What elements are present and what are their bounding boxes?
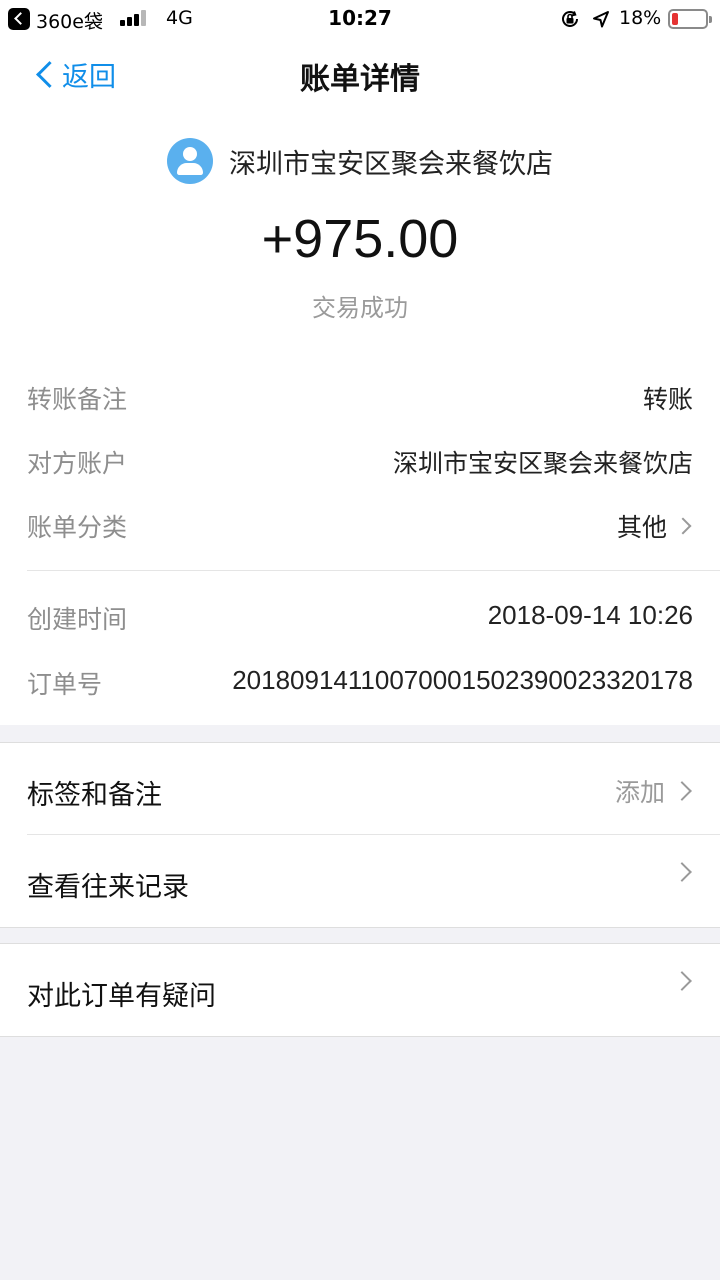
detail-row-order-number: 订单号 20180914110070001502390023320178 — [0, 655, 720, 705]
detail-row-created-time: 创建时间 2018-09-14 10:26 — [0, 590, 720, 640]
transaction-amount: +975.00 — [261, 209, 459, 269]
rotation-lock-icon — [562, 11, 578, 27]
page-title: 账单详情 — [300, 62, 420, 97]
battery-icon — [668, 9, 712, 29]
detail-value: 深圳市宝安区聚会来餐饮店 — [393, 444, 693, 480]
clock: 10:27 — [328, 6, 392, 30]
order-question-row[interactable]: 对此订单有疑问 — [0, 944, 720, 1036]
category-value: 其他 — [616, 513, 667, 542]
detail-label: 转账备注 — [27, 385, 128, 414]
merchant-header: 深圳市宝安区聚会来餐饮店 — [0, 138, 720, 184]
detail-label: 账单分类 — [27, 513, 128, 542]
chevron-right-icon — [674, 517, 692, 535]
order-number-value: 20180914110070001502390023320178 — [232, 665, 693, 695]
status-bar: 360e袋 4G 10:27 18% — [0, 0, 720, 40]
view-history-label: 查看往来记录 — [27, 872, 189, 903]
detail-value: 转账 — [643, 380, 693, 416]
section-divider — [27, 570, 720, 571]
detail-row-counterparty: 对方账户 深圳市宝安区聚会来餐饮店 — [0, 434, 720, 484]
order-question-arrow — [665, 971, 693, 991]
chevron-right-icon — [672, 862, 692, 882]
detail-value: 20180914110070001502390023320178 — [232, 665, 693, 696]
tags-and-notes-row[interactable]: 标签和备注 添加 — [0, 743, 720, 835]
detail-label: 创建时间 — [27, 605, 128, 634]
view-history-row[interactable]: 查看往来记录 — [0, 835, 720, 927]
user-avatar-icon — [167, 138, 213, 184]
add-tag-link[interactable]: 添加 — [615, 773, 693, 809]
navigation-bar: 返回 账单详情 — [0, 40, 720, 108]
merchant-name: 深圳市宝安区聚会来餐饮店 — [229, 148, 553, 180]
view-history-arrow — [665, 862, 693, 882]
order-question-label: 对此订单有疑问 — [27, 981, 216, 1012]
chevron-right-icon — [672, 971, 692, 991]
detail-row-category[interactable]: 账单分类 其他 — [0, 498, 720, 548]
chevron-right-icon — [672, 781, 692, 801]
category-selector[interactable]: 其他 — [617, 508, 693, 544]
battery-percentage: 18% — [619, 7, 662, 29]
created-time-value: 2018-09-14 10:26 — [487, 600, 693, 630]
detail-row-transfer-note: 转账备注 转账 — [0, 370, 720, 420]
transfer-note-value: 转账 — [642, 385, 693, 414]
detail-label: 对方账户 — [27, 449, 128, 478]
action-group-records: 标签和备注 添加 查看往来记录 — [0, 742, 720, 928]
bill-detail-page: 360e袋 4G 10:27 18% 返回 账单详情 深圳市宝安区聚会来餐饮店 … — [0, 0, 720, 1280]
detail-label: 订单号 — [27, 670, 103, 699]
bill-summary: 深圳市宝安区聚会来餐饮店 +975.00 交易成功 转账备注 转账 对方账户 深… — [0, 108, 720, 725]
battery-level-fill — [672, 13, 678, 25]
tags-and-notes-label: 标签和备注 — [27, 780, 162, 811]
add-hint: 添加 — [614, 778, 665, 807]
counterparty-value: 深圳市宝安区聚会来餐饮店 — [392, 449, 693, 478]
action-group-help: 对此订单有疑问 — [0, 943, 720, 1037]
location-arrow-icon — [593, 11, 609, 28]
detail-value: 2018-09-14 10:26 — [488, 600, 693, 631]
transaction-status: 交易成功 — [312, 294, 408, 322]
